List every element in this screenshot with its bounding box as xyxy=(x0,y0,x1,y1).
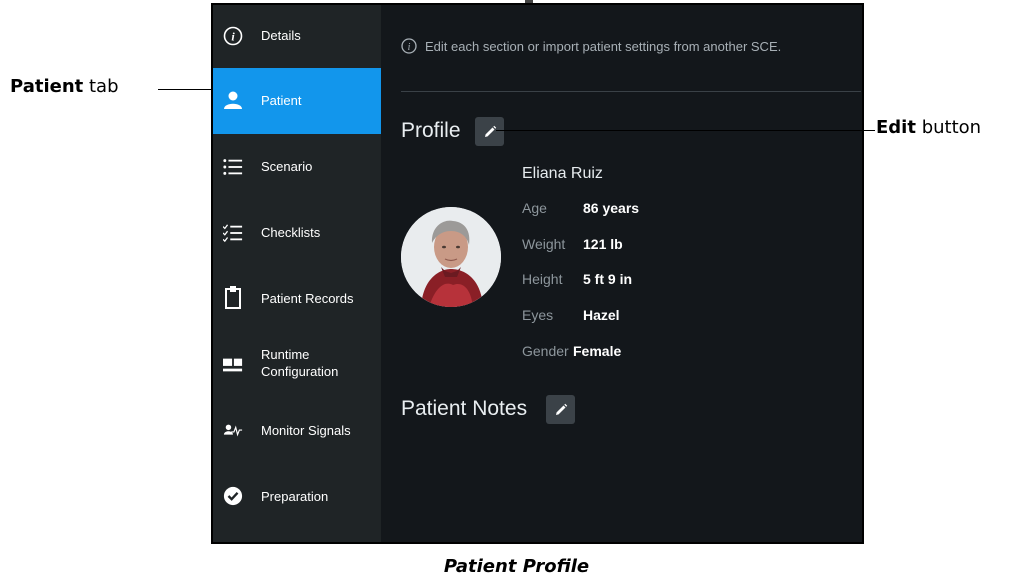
pencil-icon xyxy=(554,403,568,417)
sidebar-item-label: Monitor Signals xyxy=(261,423,351,438)
age-value: 86 years xyxy=(583,200,640,216)
sidebar-item-label: Preparation xyxy=(261,489,329,504)
main-panel: i Edit each section or import patient se… xyxy=(381,5,862,542)
profile-edit-button[interactable] xyxy=(475,117,504,146)
clipboard-icon xyxy=(223,286,243,309)
pencil-icon xyxy=(483,125,497,139)
eyes-label: Eyes xyxy=(522,307,554,323)
age-label: Age xyxy=(522,200,547,216)
sidebar: i Details Patient Scenario Checklists Pa… xyxy=(213,5,381,542)
gender-label: Gender xyxy=(522,343,569,359)
patient-tab-callout: Patient tab xyxy=(10,76,119,97)
layout-icon xyxy=(223,355,243,375)
sidebar-item-label: Patient Records xyxy=(261,291,354,306)
monitor-signal-icon xyxy=(223,421,243,441)
check-circle-icon xyxy=(223,486,243,506)
sidebar-item-checklists[interactable]: Checklists xyxy=(213,200,381,266)
avatar xyxy=(401,207,501,307)
svg-text:i: i xyxy=(408,42,411,53)
sidebar-item-label: Checklists xyxy=(261,225,321,240)
sidebar-item-runtime-configuration[interactable]: Runtime Configuration xyxy=(213,332,381,398)
height-value: 5 ft 9 in xyxy=(583,271,633,287)
app-window: i Details Patient Scenario Checklists Pa… xyxy=(211,3,864,544)
info-icon: i xyxy=(223,26,243,46)
sidebar-item-label: Runtime xyxy=(261,347,310,362)
sidebar-item-preparation[interactable]: Preparation xyxy=(213,464,381,530)
eyes-value: Hazel xyxy=(583,307,620,323)
patient-notes-title: Patient Notes xyxy=(401,397,528,420)
sidebar-item-label-line2: Configuration xyxy=(261,364,339,379)
sidebar-item-monitor-signals[interactable]: Monitor Signals xyxy=(213,398,381,464)
list-icon xyxy=(223,157,243,177)
figure-caption: Patient Profile xyxy=(443,556,590,577)
gender-value: Female xyxy=(573,343,622,359)
svg-text:i: i xyxy=(231,30,235,44)
profile-title: Profile xyxy=(401,119,461,142)
patient-tab-callout-line xyxy=(158,89,213,90)
sidebar-item-label: Details xyxy=(261,28,301,43)
info-icon: i xyxy=(401,38,417,54)
sidebar-item-patient-records[interactable]: Patient Records xyxy=(213,266,381,332)
weight-label: Weight xyxy=(522,236,566,252)
patient-name: Eliana Ruiz xyxy=(522,165,603,182)
info-text: Edit each section or import patient sett… xyxy=(425,38,782,54)
sidebar-item-label: Scenario xyxy=(261,159,313,174)
sidebar-item-label: Patient xyxy=(261,93,302,108)
edit-button-callout-line xyxy=(496,130,875,131)
divider xyxy=(401,91,861,92)
info-message: i Edit each section or import patient se… xyxy=(401,38,781,54)
patient-notes-edit-button[interactable] xyxy=(546,395,575,424)
weight-value: 121 lb xyxy=(583,236,623,252)
sidebar-item-details[interactable]: i Details xyxy=(213,5,381,71)
sidebar-item-scenario[interactable]: Scenario xyxy=(213,134,381,200)
person-icon xyxy=(223,90,243,110)
checklist-icon xyxy=(223,223,243,243)
sidebar-item-patient[interactable]: Patient xyxy=(213,68,381,134)
height-label: Height xyxy=(522,271,563,287)
edit-button-callout: Edit button xyxy=(876,117,982,138)
